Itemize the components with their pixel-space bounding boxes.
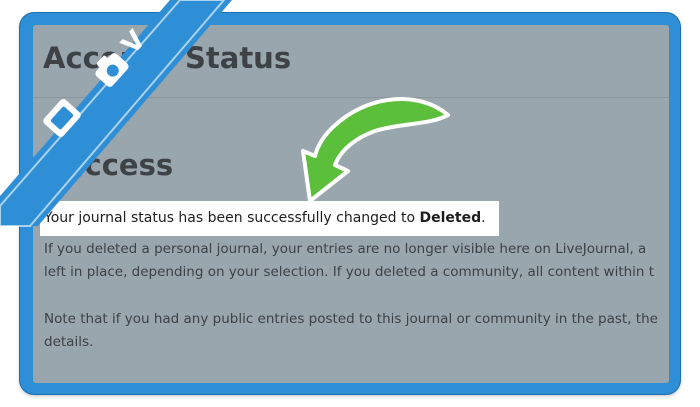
deletion-info-line-1: If you deleted a personal journal, your … bbox=[44, 241, 647, 257]
public-entries-note-line-1: Note that if you had any public entries … bbox=[44, 311, 658, 327]
status-message-suffix: . bbox=[481, 210, 486, 226]
deletion-info-line-2: left in place, depending on your selecti… bbox=[44, 264, 655, 280]
deletion-info-paragraph: If you deleted a personal journal, your … bbox=[44, 238, 669, 284]
public-entries-note-line-2: details. bbox=[44, 334, 94, 350]
curved-arrow-icon bbox=[270, 93, 470, 208]
corner-banner: V bbox=[0, 0, 240, 240]
status-value: Deleted bbox=[419, 210, 482, 226]
public-entries-note: Note that if you had any public entries … bbox=[44, 308, 669, 354]
